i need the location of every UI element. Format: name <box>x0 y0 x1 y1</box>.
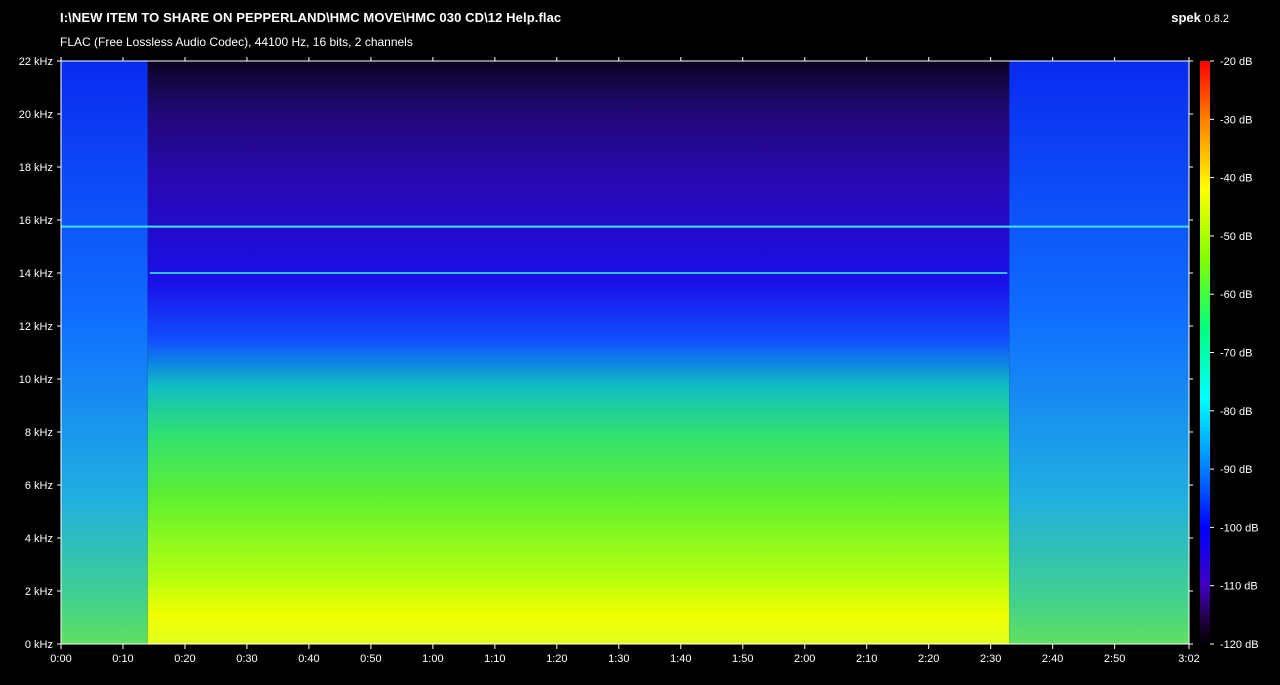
x-tick-label: 0:50 <box>360 653 381 665</box>
y-tick-label: 14 kHz <box>19 268 53 280</box>
color-bar-label: -100 dB <box>1220 522 1259 534</box>
color-bar: -20 dB -30 dB -40 dB -50 dB -60 dB -70 dB -80 … <box>1200 56 1259 651</box>
spectrum-intro-segment <box>61 61 148 644</box>
spectrogram-area <box>61 61 1189 644</box>
color-bar-label: -70 dB <box>1220 348 1252 360</box>
x-tick-label: 1:30 <box>608 653 629 665</box>
x-tick-label: 2:20 <box>918 653 939 665</box>
y-tick-label: 16 kHz <box>19 215 53 227</box>
x-tick-label: 2:10 <box>856 653 877 665</box>
color-bar-label: -30 dB <box>1220 114 1252 126</box>
spectrum-main-segment <box>147 61 1010 644</box>
x-tick-label: 2:50 <box>1104 653 1125 665</box>
color-bar-gradient <box>1200 61 1210 644</box>
color-bar-label: -50 dB <box>1220 231 1252 243</box>
y-tick-label: 6 kHz <box>25 480 53 492</box>
y-tick-label: 12 kHz <box>19 321 53 333</box>
x-tick-label: 0:30 <box>236 653 257 665</box>
x-tick-label: 1:40 <box>670 653 691 665</box>
color-bar-label: -40 dB <box>1220 173 1252 185</box>
y-tick-label: 20 kHz <box>19 109 53 121</box>
x-tick-label: 3:02 <box>1178 653 1199 665</box>
y-tick-label: 8 kHz <box>25 427 53 439</box>
x-tick-label: 2:00 <box>794 653 815 665</box>
y-tick-label: 18 kHz <box>19 162 53 174</box>
y-tick-label: 2 kHz <box>25 586 53 598</box>
color-bar-label: -120 dB <box>1220 639 1259 651</box>
x-tick-label: 0:20 <box>174 653 195 665</box>
x-tick-label: 0:40 <box>298 653 319 665</box>
color-bar-label: -90 dB <box>1220 464 1252 476</box>
color-bar-label: -80 dB <box>1220 406 1252 418</box>
y-tick-label: 4 kHz <box>25 533 53 545</box>
color-bar-label: -110 dB <box>1220 581 1258 593</box>
x-tick-label: 1:20 <box>546 653 567 665</box>
y-tick-label: 0 kHz <box>25 639 53 651</box>
x-tick-label: 1:00 <box>422 653 443 665</box>
color-bar-label: -20 dB <box>1220 56 1252 68</box>
x-tick-label: 0:10 <box>112 653 133 665</box>
color-bar-label: -60 dB <box>1220 289 1252 301</box>
spectrogram-chart: 0 kHz 2 kHz 4 kHz 6 kHz 8 kHz 10 kHz 12 kHz 14 … <box>19 56 1259 665</box>
x-tick-label: 1:50 <box>732 653 753 665</box>
x-tick-label: 1:10 <box>484 653 505 665</box>
y-tick-label: 10 kHz <box>19 374 53 386</box>
x-tick-label: 0:00 <box>50 653 71 665</box>
y-tick-label: 22 kHz <box>19 56 53 68</box>
x-tick-label: 2:40 <box>1042 653 1063 665</box>
spectrum-outro-segment <box>1009 61 1189 644</box>
x-tick-label: 2:30 <box>980 653 1001 665</box>
